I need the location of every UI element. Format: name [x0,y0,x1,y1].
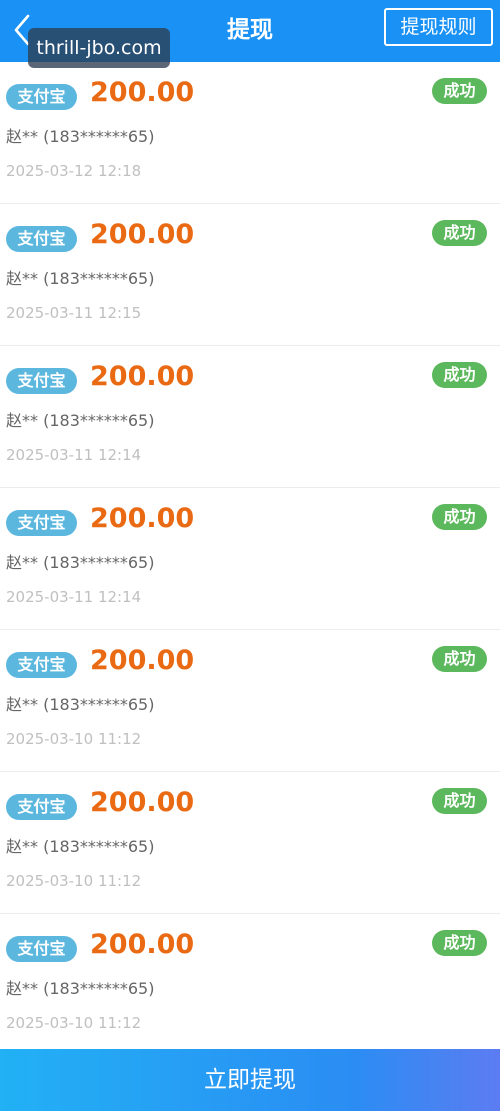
withdraw-amount: 200.00 [90,219,195,250]
url-watermark: thrill-jbo.com [28,28,170,68]
status-badge: 成功 [432,78,487,104]
withdraw-amount: 200.00 [90,361,195,392]
withdraw-amount: 200.00 [90,645,195,676]
record-item[interactable]: 支付宝 200.00 成功 赵** (183******65) 2025-03-… [0,488,500,630]
status-badge: 成功 [432,362,487,388]
account-info: 赵** (183******65) [6,553,155,572]
payment-method-badge: 支付宝 [6,84,77,110]
account-info: 赵** (183******65) [6,837,155,856]
withdraw-rules-button[interactable]: 提现规则 [384,8,493,46]
withdraw-records-screen: 提现 提现规则 thrill-jbo.com 支付宝 200.00 成功 赵**… [0,0,500,1111]
record-item[interactable]: 支付宝 200.00 成功 赵** (183******65) 2025-03-… [0,772,500,914]
record-time: 2025-03-11 12:15 [6,304,142,322]
payment-method-badge: 支付宝 [6,794,77,820]
withdraw-amount: 200.00 [90,503,195,534]
account-info: 赵** (183******65) [6,127,155,146]
payment-method-badge: 支付宝 [6,226,77,252]
record-time: 2025-03-10 11:12 [6,872,142,890]
status-badge: 成功 [432,220,487,246]
withdraw-amount: 200.00 [90,929,195,960]
withdraw-record-list[interactable]: 支付宝 200.00 成功 赵** (183******65) 2025-03-… [0,62,500,1049]
status-badge: 成功 [432,646,487,672]
account-info: 赵** (183******65) [6,979,155,998]
record-item[interactable]: 支付宝 200.00 成功 赵** (183******65) 2025-03-… [0,346,500,488]
record-item[interactable]: 支付宝 200.00 成功 赵** (183******65) 2025-03-… [0,630,500,772]
record-time: 2025-03-10 11:12 [6,730,142,748]
status-badge: 成功 [432,930,487,956]
account-info: 赵** (183******65) [6,269,155,288]
record-time: 2025-03-12 12:18 [6,162,142,180]
account-info: 赵** (183******65) [6,411,155,430]
payment-method-badge: 支付宝 [6,652,77,678]
withdraw-amount: 200.00 [90,787,195,818]
payment-method-badge: 支付宝 [6,510,77,536]
status-badge: 成功 [432,504,487,530]
withdraw-now-button[interactable]: 立即提现 [0,1049,500,1111]
withdraw-amount: 200.00 [90,77,195,108]
record-time: 2025-03-11 12:14 [6,588,142,606]
record-time: 2025-03-10 11:12 [6,1014,142,1032]
record-time: 2025-03-11 12:14 [6,446,142,464]
status-badge: 成功 [432,788,487,814]
record-item[interactable]: 支付宝 200.00 成功 赵** (183******65) 2025-03-… [0,204,500,346]
record-item[interactable]: 支付宝 200.00 成功 赵** (183******65) 2025-03-… [0,914,500,1049]
payment-method-badge: 支付宝 [6,368,77,394]
account-info: 赵** (183******65) [6,695,155,714]
payment-method-badge: 支付宝 [6,936,77,962]
record-item[interactable]: 支付宝 200.00 成功 赵** (183******65) 2025-03-… [0,62,500,204]
